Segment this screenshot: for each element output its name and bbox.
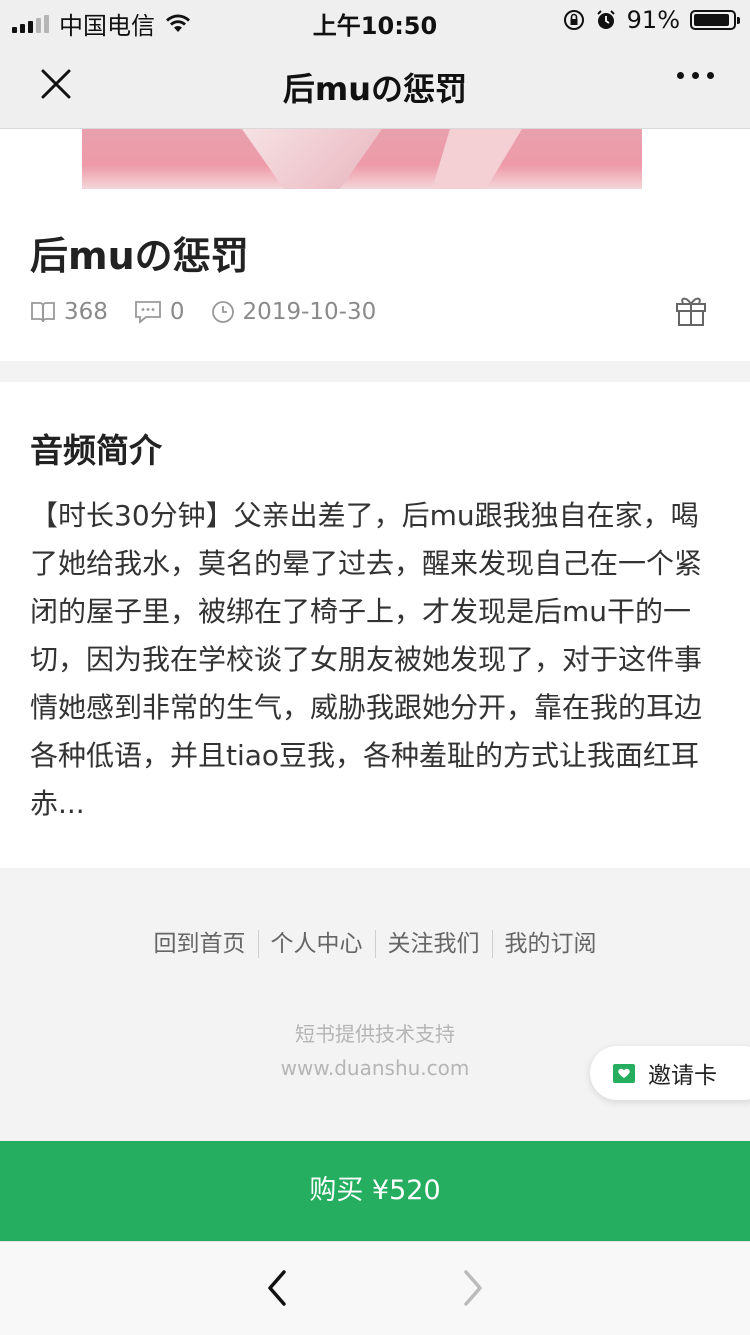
rotation-lock-icon [563,10,584,30]
comment-icon [135,301,161,324]
plays-count: 368 [64,299,108,325]
intro-text: 【时长30分钟】父亲出差了，后mu跟我独自在家，喝了她给我水，莫名的晕了过去，醒… [30,499,703,820]
nav-bar: 后muの惩罚 [0,42,750,129]
footer-link-profile[interactable]: 个人中心 [257,930,375,958]
more-icon[interactable] [677,72,714,79]
browser-nav [0,1241,750,1335]
episode-title: 后muの惩罚 [30,234,249,278]
plays-stat: 368 [30,299,108,325]
episode-header: 后muの惩罚 368 0 2019-10-30 [0,189,750,361]
status-bar: 中国电信 上午10:50 91% [0,0,750,42]
footer-link-follow[interactable]: 关注我们 [374,930,492,958]
footer-links: 回到首页 个人中心 关注我们 我的订阅 [0,930,750,958]
intro-heading: 音频简介 [30,431,162,470]
invite-card-button[interactable]: 邀请卡 [590,1046,750,1100]
intro-section: 音频简介 【时长30分钟】父亲出差了，后mu跟我独自在家，喝了她给我水，莫名的晕… [0,382,750,868]
battery-icon [690,10,740,30]
buy-button[interactable]: 购买 ¥520 [0,1141,750,1241]
publish-date: 2019-10-30 [242,299,377,325]
status-right: 91% [563,6,740,34]
cover-image [0,129,750,189]
footer-link-home[interactable]: 回到首页 [142,930,258,958]
alarm-icon [596,10,615,29]
comments-stat[interactable]: 0 [134,299,185,325]
clock-icon [211,301,234,323]
nav-title: 后muの惩罚 [282,70,468,108]
battery-percent: 91% [626,6,680,34]
date-stat: 2019-10-30 [211,299,377,325]
book-icon [31,302,55,323]
invite-icon [613,1064,635,1083]
invite-label: 邀请卡 [648,1063,717,1089]
episode-meta: 368 0 2019-10-30 [30,299,402,325]
comments-count: 0 [169,299,185,325]
back-arrow-icon[interactable] [262,1268,292,1308]
gift-icon[interactable] [674,293,708,327]
footer-link-subscriptions[interactable]: 我的订阅 [491,930,609,958]
forward-arrow-icon[interactable] [458,1268,488,1308]
